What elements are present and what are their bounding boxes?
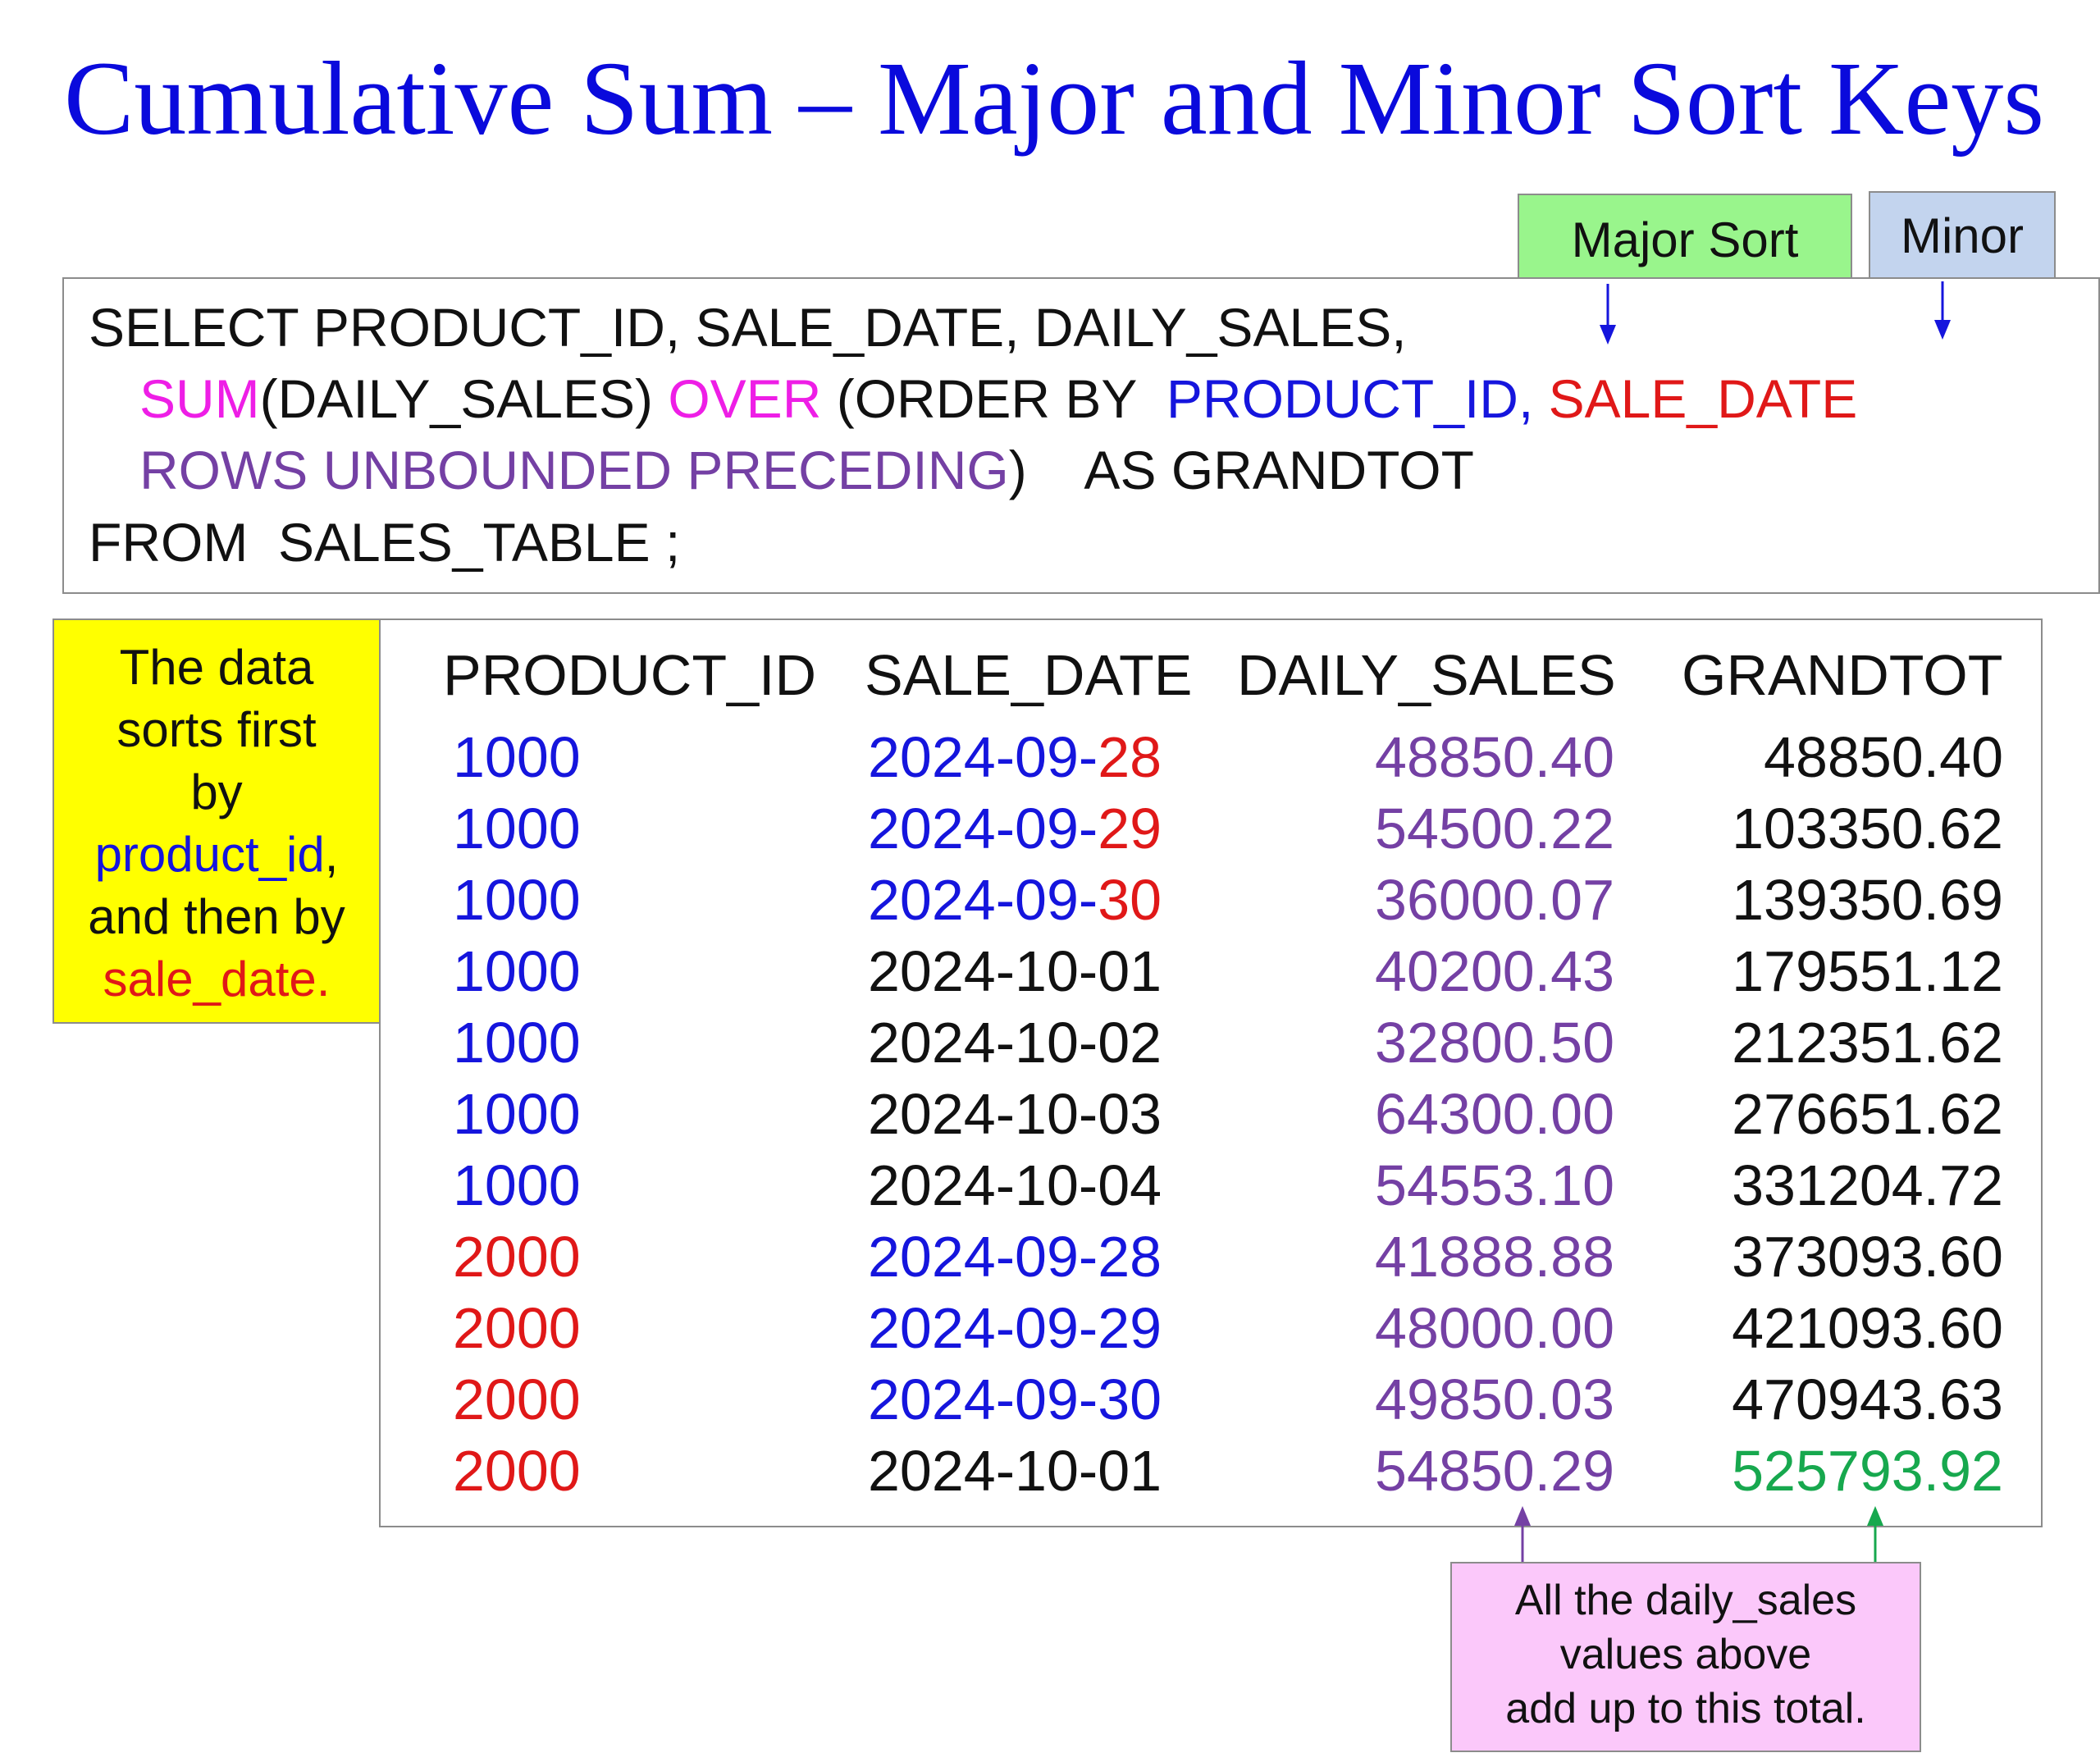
grandtot-arrow [1867, 1506, 1883, 1562]
annotation-arrows [1514, 281, 1951, 1562]
daily-sales-arrow [1514, 1506, 1531, 1562]
major-sort-arrow [1600, 284, 1616, 345]
minor-sort-arrow [1934, 281, 1951, 340]
